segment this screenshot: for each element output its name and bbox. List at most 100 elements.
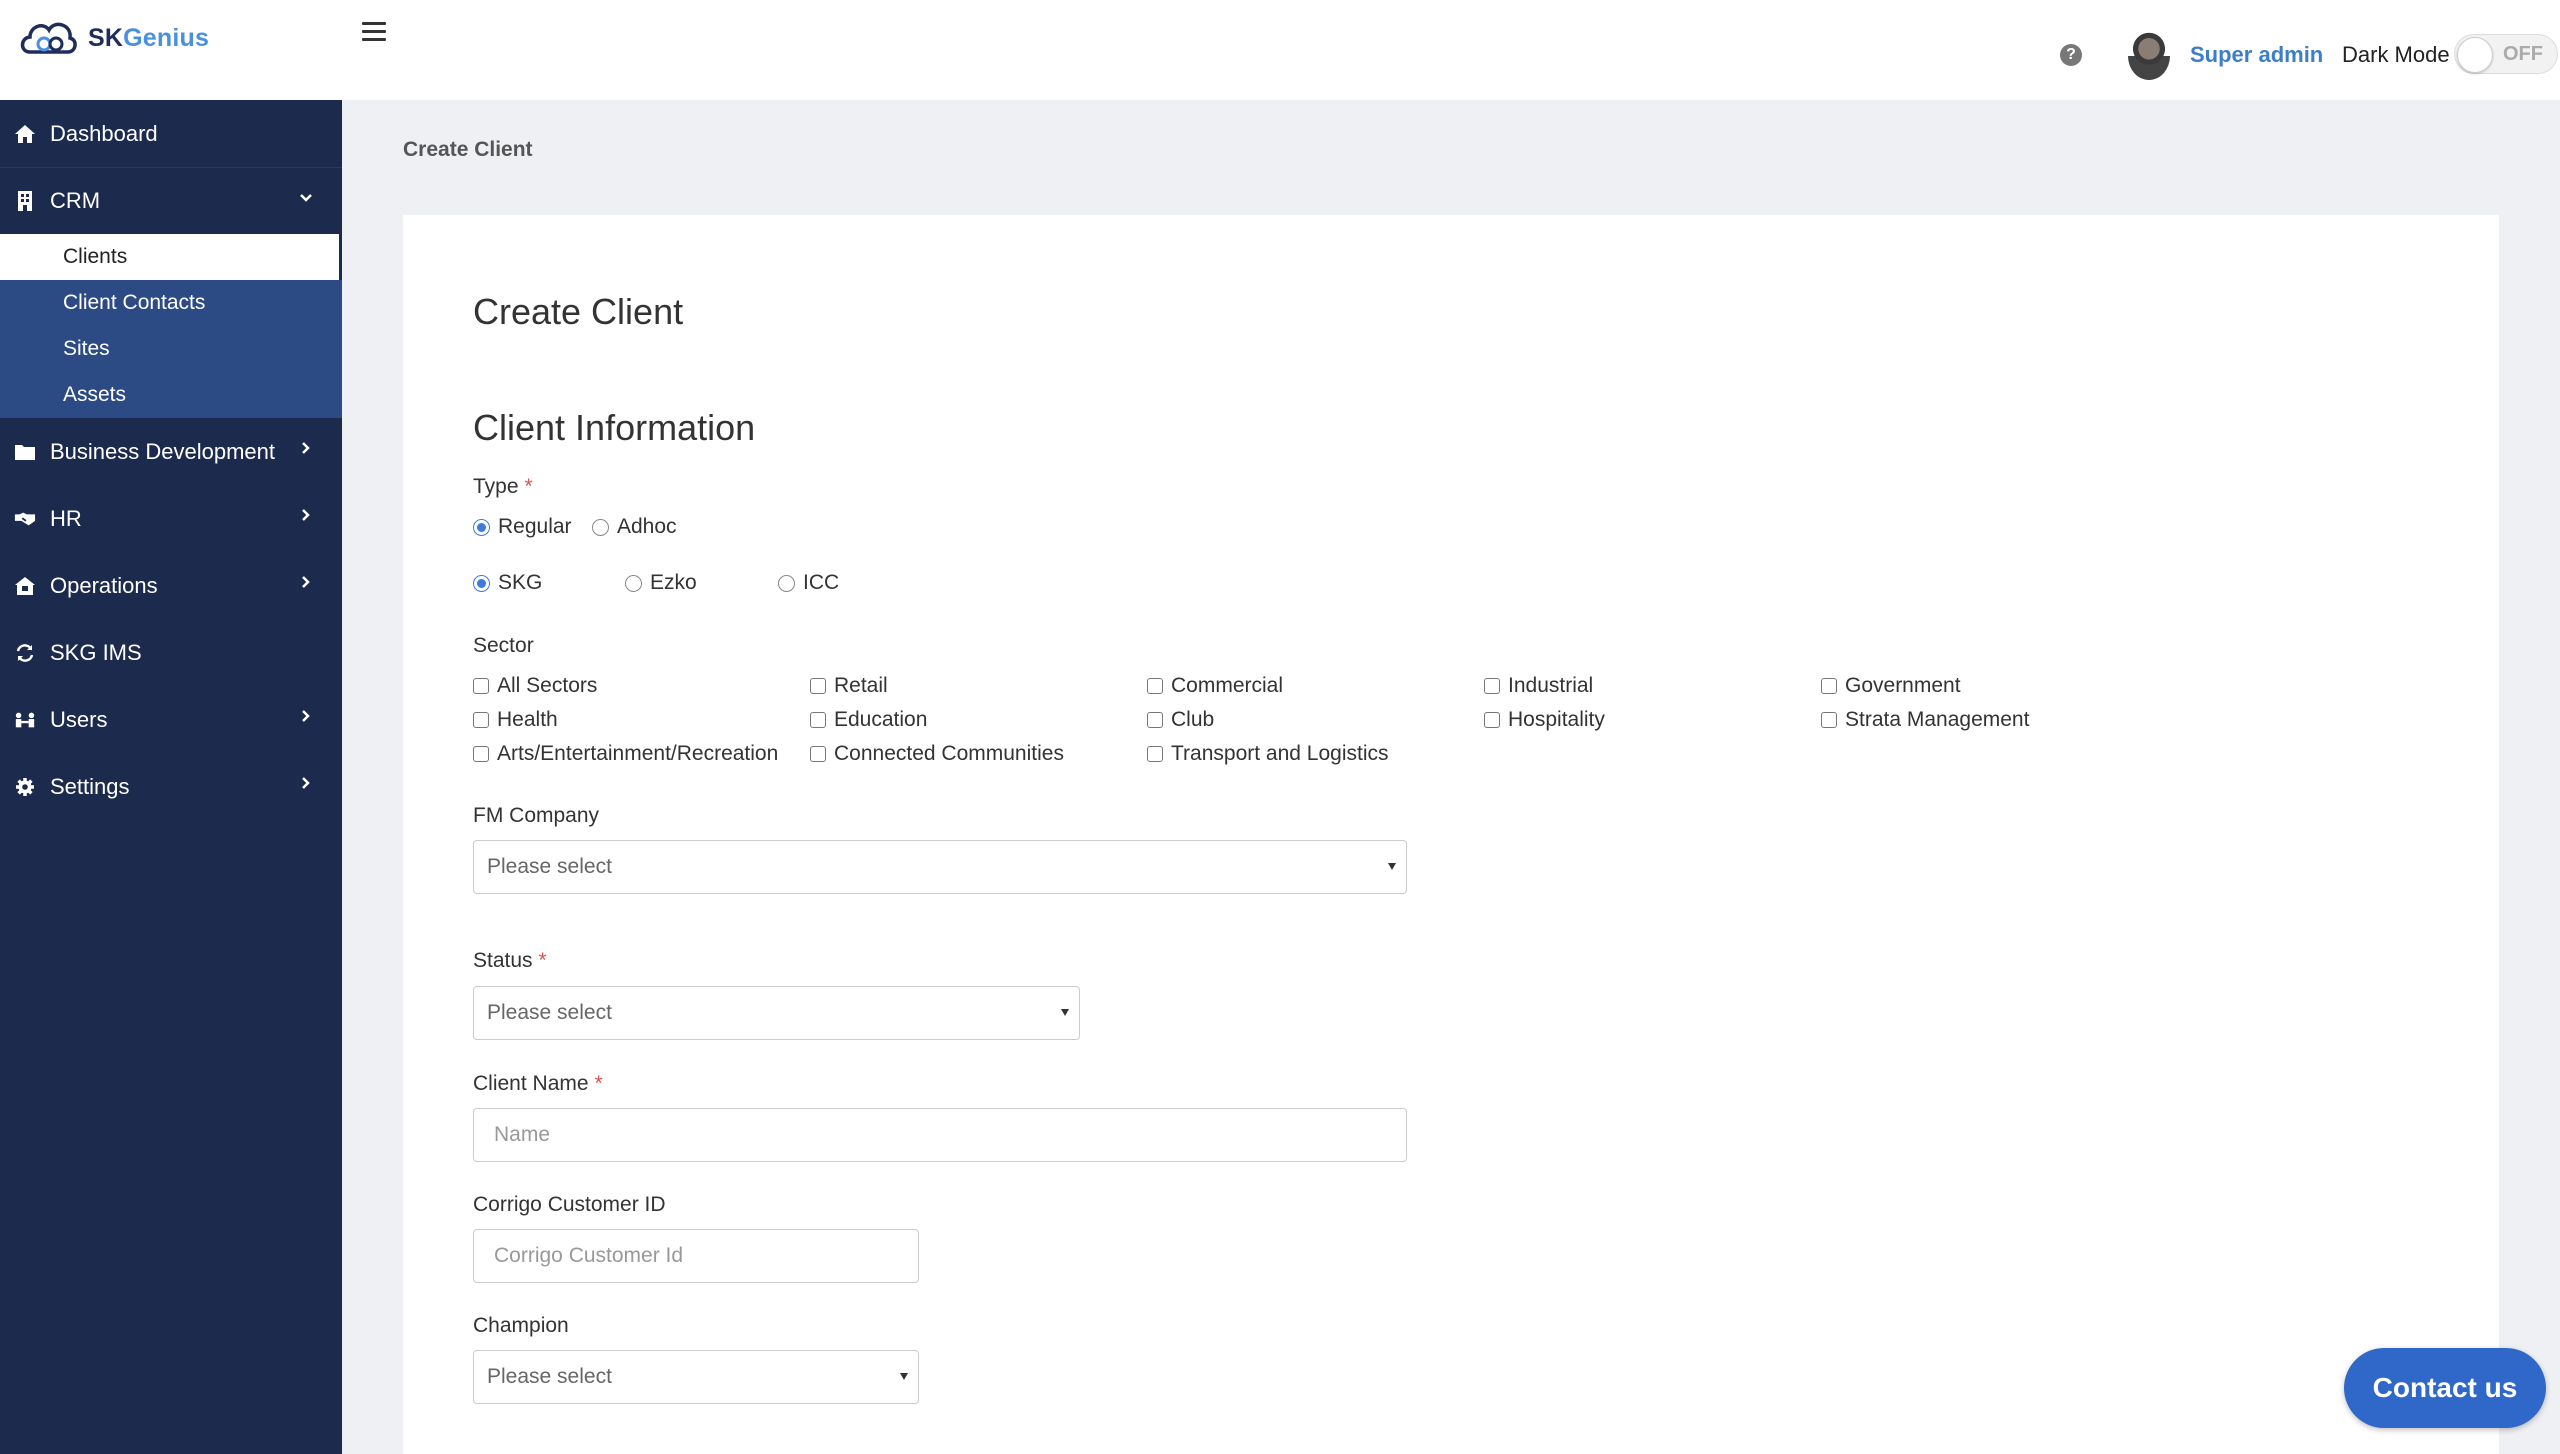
champion-select[interactable]: Please select: [473, 1350, 919, 1404]
checkbox-label: Government: [1845, 674, 1961, 697]
radio-dot: [625, 574, 642, 592]
checkbox-box: [1484, 712, 1500, 728]
required-mark: *: [594, 1072, 603, 1095]
avatar[interactable]: [2128, 32, 2170, 80]
top-header: SKGenius ? Super admin Dark Mode OFF: [0, 0, 2560, 100]
sidebar-item-label: Settings: [50, 773, 130, 799]
sidebar-subitem-clients[interactable]: Clients: [0, 234, 342, 280]
sidebar-item-label: HR: [50, 505, 82, 531]
radio-label: Ezko: [650, 571, 697, 594]
sidebar-item-label: CRM: [50, 188, 101, 213]
select-placeholder: Please select: [487, 855, 612, 878]
radio-dot: [473, 518, 490, 536]
logo-text-genius: Genius: [123, 23, 210, 52]
dark-mode-toggle[interactable]: OFF: [2454, 34, 2558, 74]
checkbox-label: Arts/Entertainment/Recreation: [497, 742, 779, 765]
checkbox-label: Transport and Logistics: [1171, 742, 1389, 765]
fm-company-select[interactable]: Please select: [473, 840, 1407, 894]
champion-label: Champion: [473, 1314, 569, 1337]
logo-text-sk: SK: [88, 23, 124, 52]
checkbox-box: [1821, 712, 1837, 728]
sidebar-item-skg-ims[interactable]: SKG IMS: [0, 619, 342, 686]
checkbox-label: Education: [834, 708, 928, 731]
sidebar-item-users[interactable]: Users: [0, 686, 342, 753]
type-label-text: Type: [473, 475, 519, 498]
corrigo-id-label: Corrigo Customer ID: [473, 1193, 666, 1216]
checkbox-box: [1147, 746, 1163, 762]
sector-checkbox-industrial[interactable]: Industrial: [1484, 674, 1593, 698]
sidebar-item-business-development[interactable]: Business Development: [0, 418, 342, 485]
sidebar-item-label: Dashboard: [50, 120, 158, 146]
checkbox-label: Strata Management: [1845, 708, 2030, 731]
checkbox-label: Health: [497, 708, 558, 731]
checkbox-box: [473, 678, 489, 694]
house-tools-icon: [14, 575, 36, 597]
sector-label: Sector: [473, 634, 534, 657]
folder-icon: [14, 441, 36, 463]
sidebar-item-settings[interactable]: Settings: [0, 753, 342, 820]
sector-checkbox-education[interactable]: Education: [810, 708, 927, 732]
sector-checkbox-hospitality[interactable]: Hospitality: [1484, 708, 1605, 732]
sector-checkbox-arts[interactable]: Arts/Entertainment/Recreation: [473, 742, 778, 766]
required-mark: *: [524, 475, 533, 498]
radio-label: Regular: [498, 515, 572, 538]
sidebar-item-hr[interactable]: HR: [0, 485, 342, 552]
company-radio-icc[interactable]: ICC: [778, 571, 839, 595]
status-label: Status *: [473, 949, 547, 973]
sector-checkbox-retail[interactable]: Retail: [810, 674, 888, 698]
checkbox-box: [810, 712, 826, 728]
sector-checkbox-strata-management[interactable]: Strata Management: [1821, 708, 2029, 732]
building-icon: [14, 190, 36, 212]
contact-us-button[interactable]: Contact us: [2344, 1348, 2546, 1428]
user-name-link[interactable]: Super admin: [2190, 42, 2323, 68]
checkbox-label: Industrial: [1508, 674, 1594, 697]
type-radio-adhoc[interactable]: Adhoc: [592, 515, 677, 539]
sidebar-subitem-client-contacts[interactable]: Client Contacts: [0, 280, 342, 326]
sync-icon: [14, 642, 36, 664]
help-icon[interactable]: ?: [2060, 44, 2082, 66]
sidebar-subitem-sites[interactable]: Sites: [0, 326, 342, 372]
sector-checkbox-health[interactable]: Health: [473, 708, 558, 732]
sidebar-item-operations[interactable]: Operations: [0, 552, 342, 619]
checkbox-box: [1147, 678, 1163, 694]
sidebar-item-crm[interactable]: CRM: [0, 167, 342, 234]
chevron-right-icon: [302, 442, 310, 454]
company-radio-ezko[interactable]: Ezko: [625, 571, 697, 595]
caret-down-icon: [1388, 863, 1396, 870]
sector-checkbox-club[interactable]: Club: [1147, 708, 1214, 732]
checkbox-box: [473, 746, 489, 762]
toggle-knob: [2457, 37, 2493, 73]
checkbox-box: [1484, 678, 1500, 694]
checkbox-label: Hospitality: [1508, 708, 1605, 731]
sector-checkbox-all-sectors[interactable]: All Sectors: [473, 674, 597, 698]
app-logo[interactable]: SKGenius: [16, 12, 209, 64]
dark-mode-label: Dark Mode: [2342, 42, 2450, 67]
type-label: Type *: [473, 475, 533, 499]
input-placeholder: Name: [494, 1123, 551, 1146]
sidebar: Dashboard CRM Clients Client Contacts Si…: [0, 100, 342, 1454]
radio-label: SKG: [498, 571, 543, 594]
sector-checkbox-commercial[interactable]: Commercial: [1147, 674, 1283, 698]
status-label-text: Status: [473, 949, 533, 972]
company-radio-skg[interactable]: SKG: [473, 571, 542, 595]
handshake-icon: [14, 508, 36, 530]
radio-label: Adhoc: [617, 515, 677, 538]
page-title: Create Client: [473, 291, 684, 332]
toggle-state: OFF: [2503, 43, 2543, 65]
checkbox-label: Retail: [834, 674, 888, 697]
status-select[interactable]: Please select: [473, 986, 1080, 1040]
type-radio-regular[interactable]: Regular: [473, 515, 572, 539]
chevron-right-icon: [302, 710, 310, 722]
sector-checkbox-connected-communities[interactable]: Connected Communities: [810, 742, 1064, 766]
sidebar-item-dashboard[interactable]: Dashboard: [0, 100, 342, 167]
corrigo-id-input[interactable]: Corrigo Customer Id: [473, 1229, 919, 1283]
client-name-input[interactable]: Name: [473, 1108, 1407, 1162]
select-placeholder: Please select: [487, 1365, 612, 1388]
checkbox-box: [810, 678, 826, 694]
sector-checkbox-transport-logistics[interactable]: Transport and Logistics: [1147, 742, 1389, 766]
sector-checkbox-government[interactable]: Government: [1821, 674, 1961, 698]
sidebar-item-label: Users: [50, 706, 108, 732]
checkbox-label: All Sectors: [497, 674, 598, 697]
menu-toggle-icon[interactable]: [362, 22, 386, 44]
sidebar-subitem-assets[interactable]: Assets: [0, 372, 342, 418]
